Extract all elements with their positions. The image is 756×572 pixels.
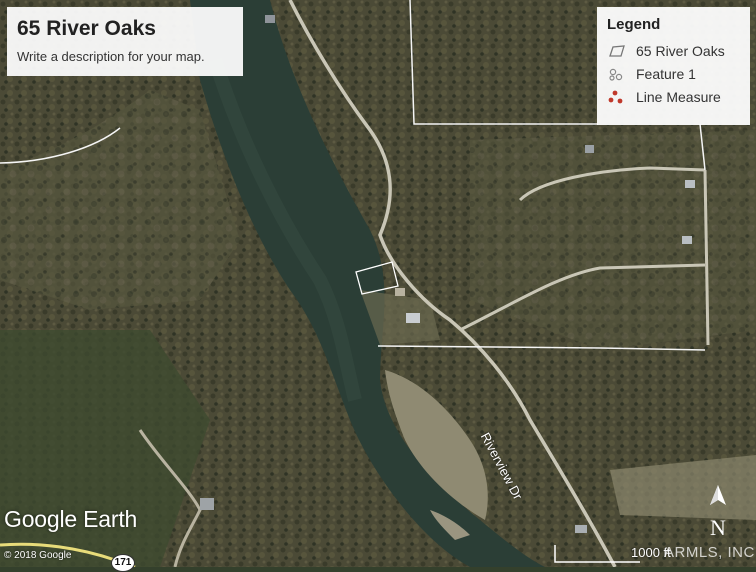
legend-item-label: Line Measure — [636, 88, 721, 105]
polygon-icon — [609, 44, 625, 57]
highway-shield: 171 — [111, 554, 135, 572]
legend-item-feature-1[interactable]: Feature 1 — [607, 62, 740, 85]
house — [406, 313, 420, 323]
map-title-panel: 65 River Oaks Write a description for yo… — [7, 7, 243, 76]
house — [685, 180, 695, 188]
legend-item-label: Feature 1 — [636, 65, 696, 82]
house — [575, 525, 587, 533]
house — [585, 145, 594, 153]
house — [682, 236, 692, 244]
map-description[interactable]: Write a description for your map. — [17, 49, 233, 64]
house — [265, 15, 275, 23]
house — [200, 498, 214, 510]
compass-label: N — [710, 515, 726, 540]
legend-item-65-river-oaks[interactable]: 65 River Oaks — [607, 39, 740, 62]
feature-icon — [609, 68, 623, 81]
map-title: 65 River Oaks — [17, 17, 156, 40]
google-earth-logo: Google Earth — [4, 506, 138, 532]
legend-item-label: 65 River Oaks — [636, 42, 725, 59]
copyright-text: © 2018 Google — [4, 550, 72, 561]
legend-title: Legend — [607, 16, 661, 33]
legend-item-line-measure[interactable]: Line Measure — [607, 85, 740, 108]
legend-panel: Legend 65 River Oaks Feature 1 Line Meas… — [597, 7, 750, 125]
mls-watermark: ARMLS, INC — [664, 544, 755, 561]
north-arrow-icon[interactable]: N — [703, 483, 733, 545]
line-measure-icon — [608, 90, 623, 103]
house — [395, 288, 405, 296]
